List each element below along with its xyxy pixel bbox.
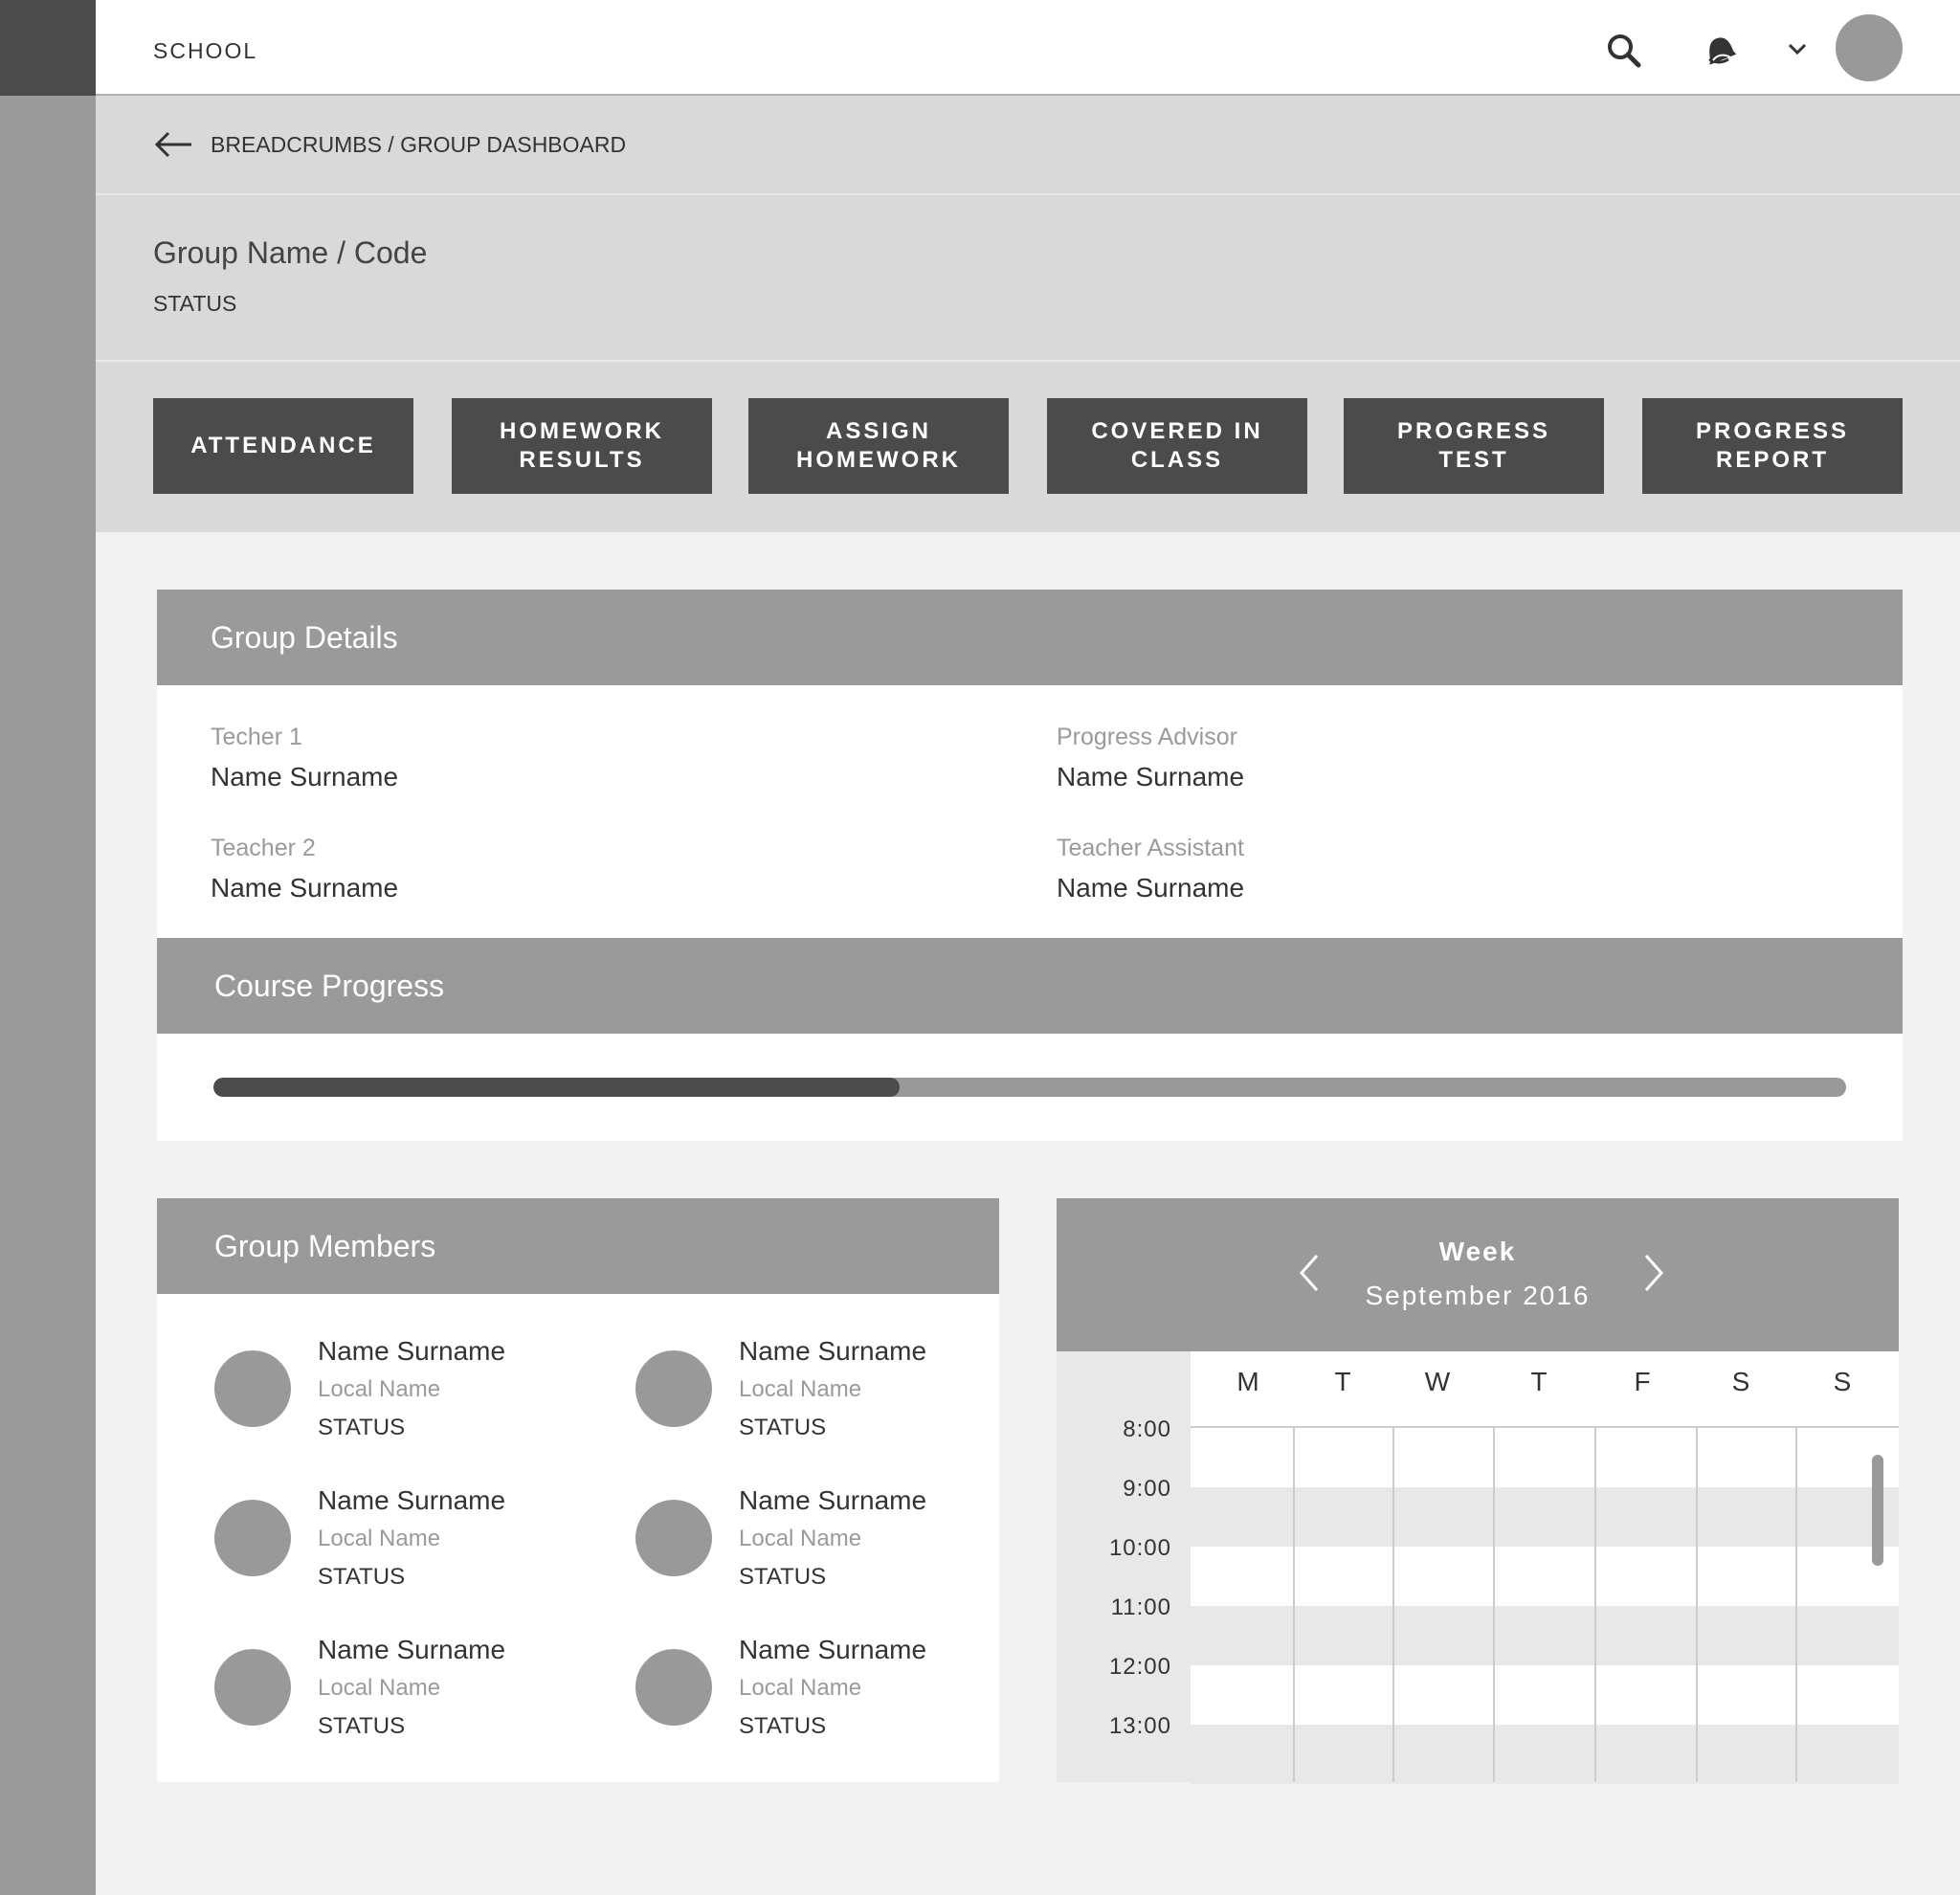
arrow-left-icon[interactable] <box>153 130 193 159</box>
member-status: STATUS <box>739 1713 827 1739</box>
group-members-title: Group Members <box>214 1229 436 1263</box>
teacher-1-label: Techer 1 <box>211 724 302 750</box>
calendar-row[interactable] <box>1191 1606 1899 1665</box>
teacher-2-label: Teacher 2 <box>211 835 316 861</box>
top-bar: SCHOOL <box>96 0 1960 96</box>
member-name: Name Surname <box>739 1336 927 1366</box>
sidebar <box>0 0 96 1895</box>
member-item[interactable]: Name Surname Local Name STATUS <box>635 1336 1018 1460</box>
calendar-divider <box>1696 1428 1698 1782</box>
calendar-divider <box>1293 1428 1295 1782</box>
week-calendar: Week September 2016 M T W T F S S 8:00 9… <box>1057 1198 1899 1784</box>
calendar-row[interactable] <box>1191 1428 1899 1487</box>
member-item[interactable]: Name Surname Local Name STATUS <box>214 1635 597 1759</box>
course-progress-fill <box>213 1078 900 1097</box>
member-name: Name Surname <box>739 1485 927 1515</box>
member-status: STATUS <box>739 1415 827 1440</box>
search-icon[interactable] <box>1604 31 1642 69</box>
sidebar-logo-block[interactable] <box>0 0 96 96</box>
homework-results-button[interactable]: HOMEWORK RESULTS <box>452 398 712 494</box>
brand-title: SCHOOL <box>153 38 258 63</box>
day-label-thu: T <box>1530 1367 1548 1396</box>
chevron-right-icon[interactable] <box>1638 1252 1667 1294</box>
bell-icon[interactable] <box>1700 31 1738 69</box>
member-local-name: Local Name <box>739 1675 862 1701</box>
member-name: Name Surname <box>739 1635 927 1664</box>
teacher-2-value: Name Surname <box>211 873 399 903</box>
member-status: STATUS <box>318 1564 406 1590</box>
member-item[interactable]: Name Surname Local Name STATUS <box>214 1336 597 1460</box>
time-label: 10:00 <box>1108 1535 1171 1561</box>
member-status: STATUS <box>739 1564 827 1590</box>
member-local-name: Local Name <box>739 1526 862 1551</box>
progress-advisor-label: Progress Advisor <box>1057 724 1237 750</box>
time-label: 12:00 <box>1108 1654 1171 1680</box>
day-label-fri: F <box>1634 1367 1651 1396</box>
avatar <box>635 1350 712 1427</box>
avatar <box>214 1649 291 1726</box>
calendar-row[interactable] <box>1191 1665 1899 1725</box>
member-item[interactable]: Name Surname Local Name STATUS <box>214 1485 597 1610</box>
day-label-mon: M <box>1236 1367 1259 1396</box>
action-tabs: ATTENDANCE HOMEWORK RESULTS ASSIGN HOMEW… <box>96 362 1960 532</box>
member-name: Name Surname <box>318 1336 506 1366</box>
day-label-wed: W <box>1424 1367 1451 1396</box>
teacher-assistant-value: Name Surname <box>1057 873 1245 903</box>
calendar-divider <box>1795 1428 1797 1782</box>
member-item[interactable]: Name Surname Local Name STATUS <box>635 1485 1018 1610</box>
assign-homework-button[interactable]: ASSIGN HOMEWORK <box>748 398 1009 494</box>
time-label: 11:00 <box>1110 1594 1171 1620</box>
calendar-row[interactable] <box>1191 1547 1899 1606</box>
course-progress-title: Course Progress <box>214 969 445 1003</box>
member-local-name: Local Name <box>318 1376 441 1402</box>
member-local-name: Local Name <box>318 1675 441 1701</box>
day-label-tue: T <box>1334 1367 1351 1396</box>
day-label-sat: S <box>1731 1367 1750 1396</box>
chevron-left-icon[interactable] <box>1296 1252 1325 1294</box>
time-label: 9:00 <box>1123 1476 1171 1502</box>
avatar <box>635 1500 712 1576</box>
calendar-header: Week September 2016 <box>1057 1198 1899 1351</box>
calendar-divider <box>1594 1428 1596 1782</box>
teacher-1-value: Name Surname <box>211 762 399 791</box>
calendar-divider <box>1392 1428 1394 1782</box>
member-status: STATUS <box>318 1713 406 1739</box>
calendar-divider <box>1493 1428 1495 1782</box>
breadcrumb-bar: BREADCRUMBS / GROUP DASHBOARD <box>96 96 1960 195</box>
calendar-scrollbar[interactable] <box>1872 1455 1883 1566</box>
avatar <box>635 1649 712 1726</box>
member-status: STATUS <box>318 1415 406 1440</box>
user-avatar[interactable] <box>1836 14 1903 81</box>
group-members-header: Group Members <box>157 1198 999 1294</box>
course-progress-header: Course Progress <box>157 938 1903 1034</box>
progress-advisor-value: Name Surname <box>1057 762 1245 791</box>
teacher-assistant-label: Teacher Assistant <box>1057 835 1244 861</box>
member-local-name: Local Name <box>739 1376 862 1402</box>
member-local-name: Local Name <box>318 1526 441 1551</box>
group-header: Group Name / Code STATUS <box>96 195 1960 362</box>
time-label: 13:00 <box>1108 1713 1171 1739</box>
group-details-header: Group Details <box>157 590 1903 685</box>
page-title: Group Name / Code <box>153 235 428 270</box>
calendar-row[interactable] <box>1191 1487 1899 1547</box>
member-name: Name Surname <box>318 1485 506 1515</box>
progress-test-button[interactable]: PROGRESS TEST <box>1344 398 1604 494</box>
avatar <box>214 1500 291 1576</box>
member-name: Name Surname <box>318 1635 506 1664</box>
course-progress-bar <box>213 1078 1846 1097</box>
member-item[interactable]: Name Surname Local Name STATUS <box>635 1635 1018 1759</box>
breadcrumb[interactable]: BREADCRUMBS / GROUP DASHBOARD <box>211 132 626 158</box>
progress-report-button[interactable]: PROGRESS REPORT <box>1642 398 1903 494</box>
chevron-down-icon[interactable] <box>1785 36 1810 61</box>
covered-in-class-button[interactable]: COVERED IN CLASS <box>1047 398 1307 494</box>
avatar <box>214 1350 291 1427</box>
calendar-month-label: September 2016 <box>1365 1281 1591 1310</box>
calendar-row[interactable] <box>1191 1725 1899 1784</box>
day-label-sun: S <box>1833 1367 1852 1396</box>
attendance-button[interactable]: ATTENDANCE <box>153 398 413 494</box>
calendar-view-label: Week <box>1438 1237 1517 1266</box>
time-label: 8:00 <box>1123 1416 1171 1442</box>
group-status: STATUS <box>153 291 237 316</box>
group-details-title: Group Details <box>211 620 398 655</box>
